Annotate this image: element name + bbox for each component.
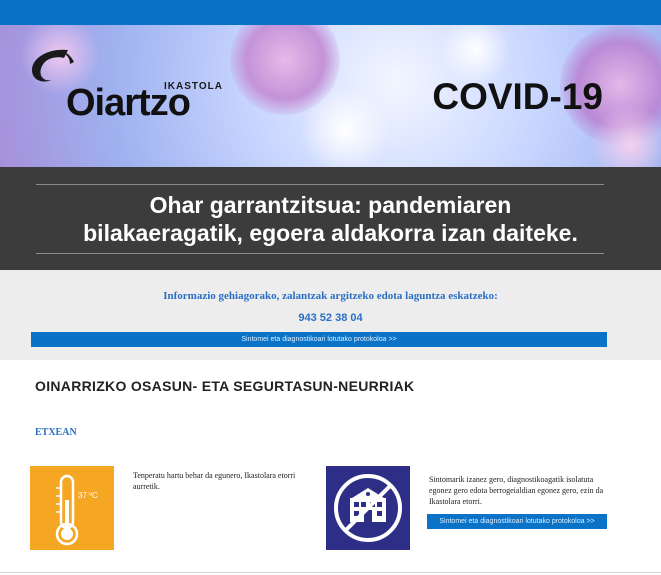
no-school-tile xyxy=(326,466,410,550)
divider xyxy=(36,253,604,254)
info-lead: Informazio gehiagorako, zalantzak argitz… xyxy=(163,290,498,302)
notice-title-line1: Ohar garrantzitsua: pandemiaren xyxy=(149,192,512,218)
hero-banner: IKASTOLA Oiartzo COVID-19 xyxy=(0,25,661,167)
logo-text: Oiartzo xyxy=(66,82,191,124)
measure-text-temperature: Tenperatu hartu behar da egunero, Ikasto… xyxy=(133,471,296,491)
top-bar xyxy=(0,0,661,25)
divider xyxy=(0,572,661,573)
notice-banner: Ohar garrantzitsua: pandemiaren bilakaer… xyxy=(0,167,661,270)
section-title: OINARRIZKO OSASUN- ETA SEGURTASUN-NEURRI… xyxy=(35,378,415,394)
thermometer-icon xyxy=(55,474,79,546)
notice-title-line2: bilakaeragatik, egoera aldakorra izan da… xyxy=(83,220,578,246)
measure-text-symptoms: Sintomarik izanez gero, diagnostikoagati… xyxy=(429,475,604,506)
notice-title: Ohar garrantzitsua: pandemiaren bilakaer… xyxy=(0,191,661,247)
divider xyxy=(36,184,604,185)
thermometer-tile: 37 ºC xyxy=(30,466,114,550)
protocol-link-button-2[interactable]: Sintomei eta diagnostikoari lotutako pro… xyxy=(427,514,607,529)
protocol-link-button[interactable]: Sintomei eta diagnostikoari lotutako pro… xyxy=(31,332,607,347)
thermometer-label: 37 ºC xyxy=(78,491,98,500)
phone-link[interactable]: 943 52 38 04 xyxy=(0,312,661,324)
no-school-icon xyxy=(334,474,402,542)
hero-title: COVID-19 xyxy=(432,76,603,117)
subsection-title: ETXEAN xyxy=(35,427,77,438)
info-section: Informazio gehiagorako, zalantzak argitz… xyxy=(0,270,661,360)
